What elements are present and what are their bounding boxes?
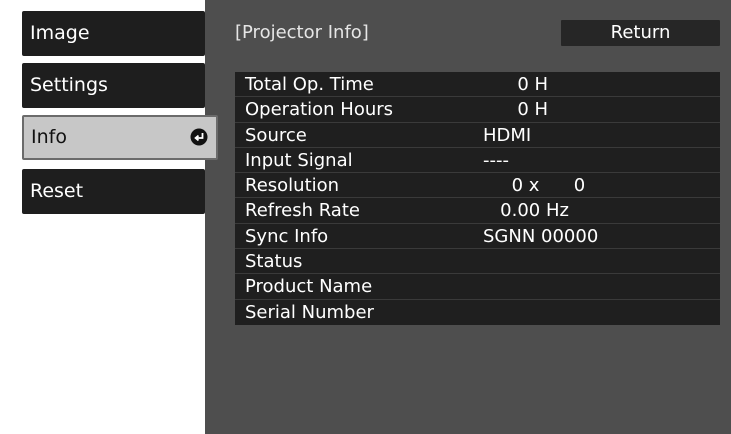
sidebar-item-info[interactable]: Info — [22, 115, 218, 160]
table-row: Total Op. Time 0 H — [235, 72, 720, 98]
table-row: Status — [235, 249, 720, 275]
row-value: ---- — [483, 149, 509, 171]
table-row: Serial Number — [235, 300, 720, 325]
row-label: Status — [245, 251, 303, 273]
row-value: HDMI — [483, 124, 532, 146]
sidebar-item-label: Info — [31, 126, 67, 148]
row-value: 0 x 0 — [483, 175, 586, 197]
page-title: [Projector Info] — [235, 22, 369, 43]
row-label: Sync Info — [245, 225, 329, 247]
table-row: Product Name — [235, 274, 720, 300]
return-button[interactable]: Return — [561, 20, 720, 46]
row-label: Total Op. Time — [245, 74, 374, 95]
table-row: Source HDMI — [235, 123, 720, 148]
row-value: 0.00 Hz — [483, 200, 569, 222]
enter-icon — [190, 128, 208, 146]
row-value: 0 H — [483, 74, 549, 95]
table-row: Operation Hours 0 H — [235, 97, 720, 123]
row-value: 0 H — [483, 99, 549, 121]
info-panel: [Projector Info] Return Total Op. Time 0… — [205, 0, 731, 434]
table-row: Input Signal ---- — [235, 148, 720, 174]
sidebar-item-label: Reset — [30, 180, 84, 202]
row-label: Resolution — [245, 175, 340, 197]
table-row: Sync Info SGNN 00000 — [235, 224, 720, 250]
row-value: SGNN 00000 — [483, 225, 599, 247]
sidebar-item-label: Image — [30, 22, 90, 44]
row-label: Operation Hours — [245, 99, 394, 121]
table-row: Refresh Rate 0.00 Hz — [235, 198, 720, 224]
table-row: Resolution 0 x 0 — [235, 173, 720, 199]
row-label: Input Signal — [245, 149, 353, 171]
sidebar-item-image[interactable]: Image — [22, 11, 205, 56]
sidebar-item-settings[interactable]: Settings — [22, 63, 205, 108]
sidebar-item-label: Settings — [30, 74, 108, 96]
projector-info-table: Total Op. Time 0 H Operation Hours 0 H S… — [235, 72, 720, 325]
sidebar-item-reset[interactable]: Reset — [22, 169, 205, 214]
row-label: Serial Number — [245, 301, 374, 323]
row-label: Product Name — [245, 276, 373, 298]
row-label: Source — [245, 124, 307, 146]
row-label: Refresh Rate — [245, 200, 360, 222]
sidebar-menu: Image Settings Info Reset — [0, 0, 218, 434]
